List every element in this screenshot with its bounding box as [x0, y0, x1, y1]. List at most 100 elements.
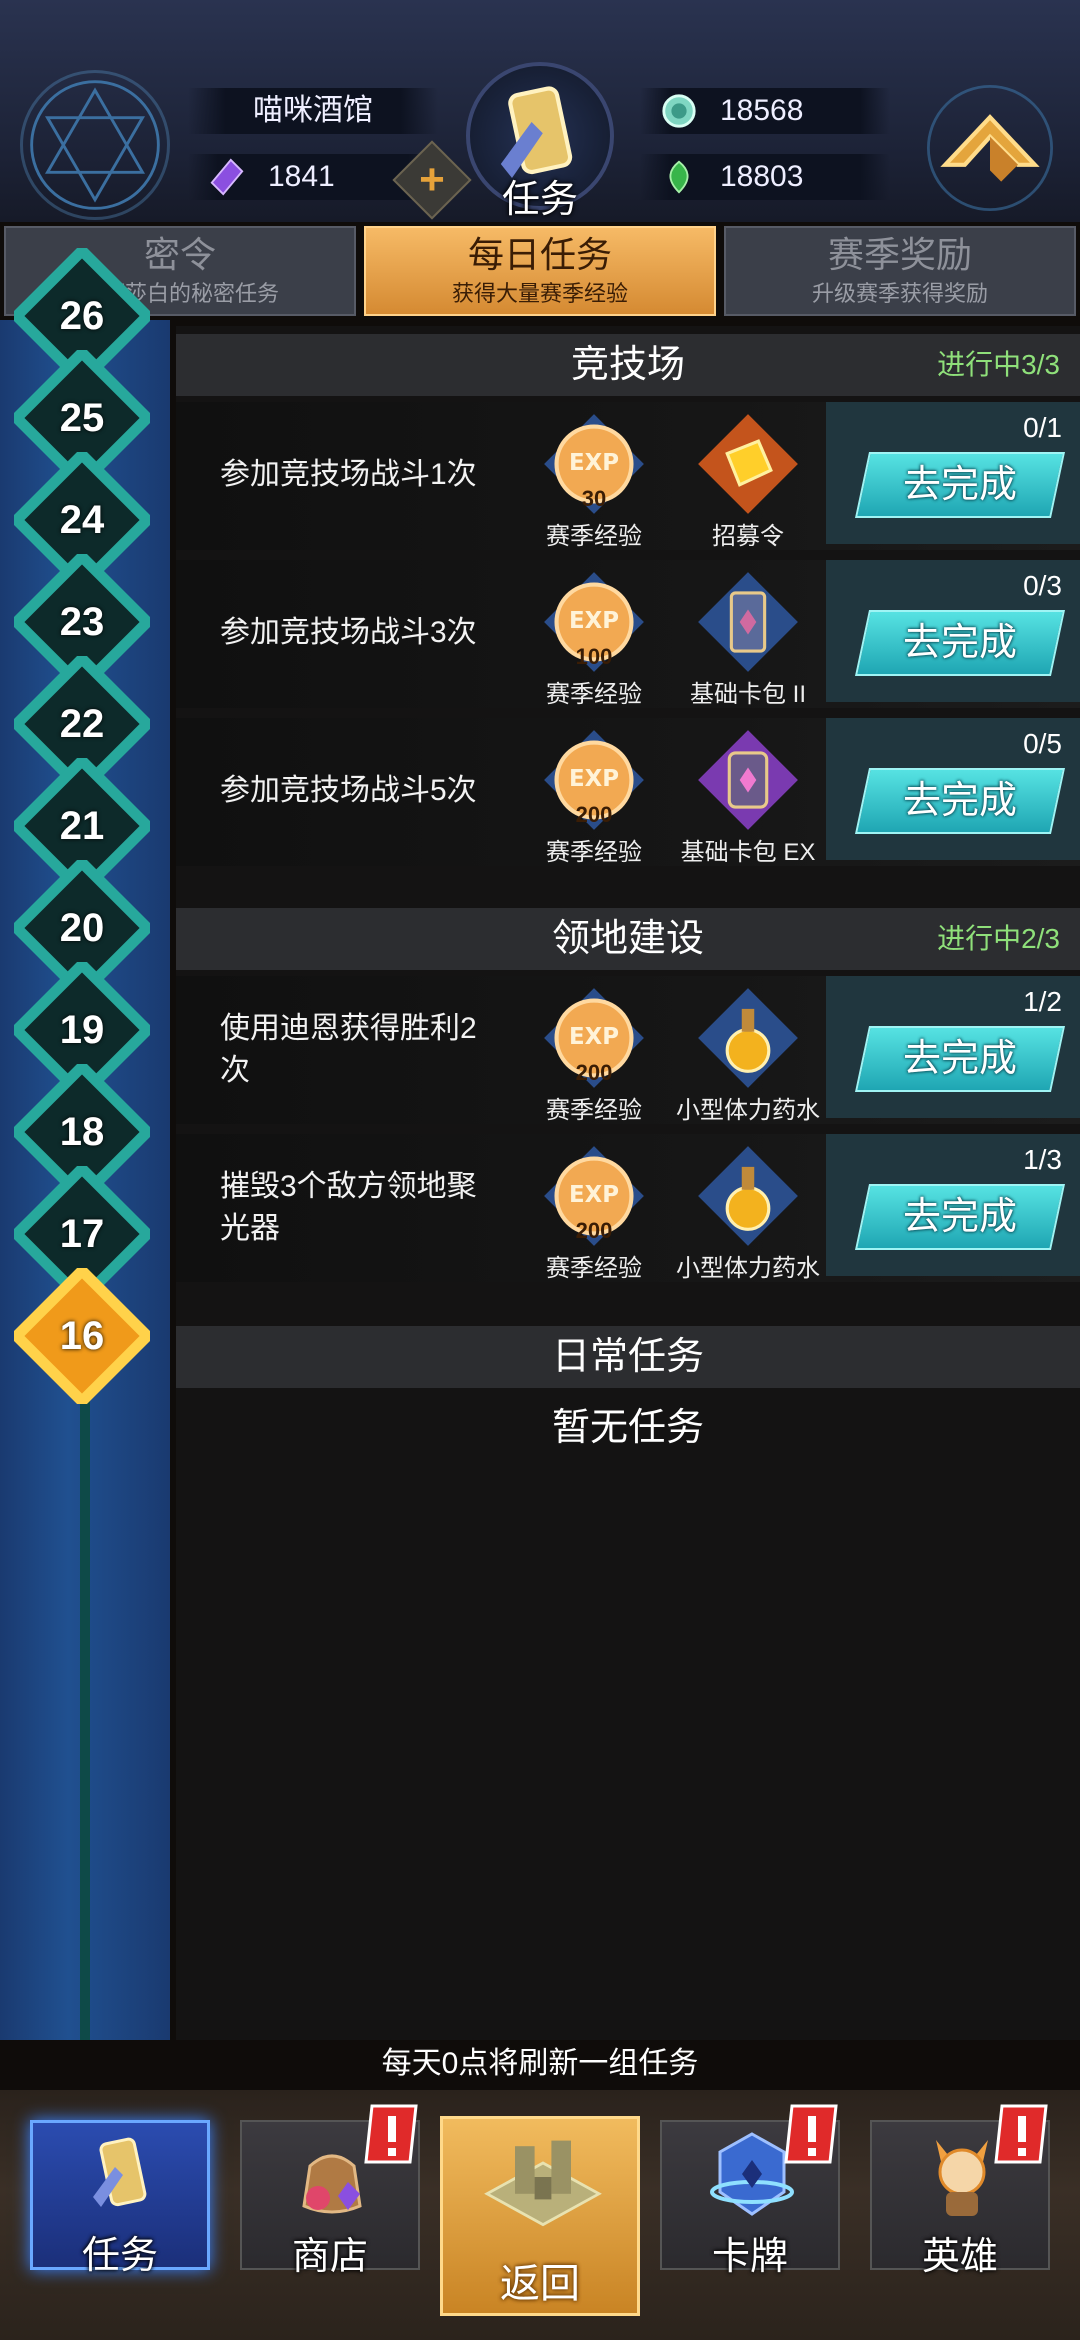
quest-count: 0/1 [1023, 412, 1062, 443]
silver-coin-icon [662, 94, 696, 128]
quest-list-panel[interactable]: 竞技场 进行中3/3 参加竞技场战斗1次 EXP 30 赛季经验 招募令 0/1… [176, 326, 1080, 2040]
quest-description: 参加竞技场战斗5次 [220, 774, 477, 807]
season-level-track[interactable]: 26 25 24 23 22 21 20 19 18 17 16 [0, 248, 170, 2040]
exp-amount: 30 [581, 486, 607, 511]
heroes-alert-icon [994, 2104, 1048, 2164]
reward-caption: 赛季经验 [546, 839, 642, 866]
level-node-current: 16 [14, 1268, 150, 1404]
shop-alert-icon [364, 2104, 418, 2164]
tavern-name: 喵咪酒馆 [188, 88, 438, 134]
home-arrow-icon[interactable] [920, 78, 1060, 218]
go-complete-button[interactable]: 去完成 [854, 610, 1066, 676]
coin-value: 18568 [720, 94, 804, 127]
quest-row: 参加竞技场战斗1次 EXP 30 赛季经验 招募令 0/1 去完成 [176, 402, 1080, 550]
exp-amount: 200 [575, 1060, 613, 1085]
svg-text:EXP: EXP [569, 608, 619, 634]
svg-text:EXP: EXP [569, 450, 619, 476]
reward-caption: 小型体力药水 [676, 1255, 820, 1282]
recruit-token-icon [698, 414, 798, 514]
quest-action-area: 1/3 去完成 [826, 1134, 1080, 1276]
reward-caption: 赛季经验 [546, 681, 642, 708]
crystal-value: 1841 [268, 160, 335, 193]
top-hud: 喵咪酒馆 1841 + 18568 18803 任务 [0, 0, 1080, 222]
exp-reward: EXP 30 赛季经验 [524, 408, 664, 550]
refresh-notice: 每天0点将刷新一组任务 [381, 2047, 699, 2080]
castle-map-icon [484, 2140, 602, 2227]
go-complete-button[interactable]: 去完成 [854, 768, 1066, 834]
add-crystal-button[interactable]: + [392, 140, 472, 220]
quest-description: 摧毁3个敌方领地聚光器 [220, 1170, 477, 1245]
exp-amount: 100 [575, 644, 613, 669]
exp-reward: EXP 100 赛季经验 [524, 566, 664, 708]
exp-reward: EXP 200 赛季经验 [524, 982, 664, 1124]
section-title: 日常任务 [551, 1336, 704, 1378]
section-header-territory: 领地建设 进行中2/3 [176, 908, 1080, 970]
reward-caption: 基础卡包 EX [680, 839, 816, 866]
plus-icon: + [419, 155, 445, 204]
svg-text:EXP: EXP [569, 1024, 619, 1050]
magic-circle-emblem [20, 70, 170, 220]
item-reward: 基础卡包 EX [678, 724, 818, 866]
card-pack-icon [698, 572, 798, 672]
section-progress: 进行中2/3 [937, 923, 1060, 954]
purple-crystal-icon [210, 158, 244, 196]
card-pack-ex-icon [698, 730, 798, 830]
quest-description: 使用迪恩获得胜利2次 [220, 1012, 477, 1087]
quest-count: 1/2 [1023, 986, 1062, 1017]
empty-quests-message: 暂无任务 [551, 1407, 704, 1449]
go-complete-button[interactable]: 去完成 [854, 1184, 1066, 1250]
go-complete-button[interactable]: 去完成 [854, 452, 1066, 518]
tab-title: 每日任务 [467, 234, 612, 275]
go-complete-button[interactable]: 去完成 [854, 1026, 1066, 1092]
quest-row: 参加竞技场战斗3次 EXP 100 赛季经验 基础卡包 II 0/3 去完成 [176, 560, 1080, 708]
section-header-daily: 日常任务 [176, 1326, 1080, 1388]
nav-label: 返回 [500, 2262, 580, 2306]
tab-subtitle: 升级赛季获得奖励 [811, 281, 988, 306]
quest-description: 参加竞技场战斗1次 [220, 458, 477, 491]
quest-action-area: 0/3 去完成 [826, 560, 1080, 702]
cards-alert-icon [784, 2104, 838, 2164]
item-reward: 小型体力药水 [676, 982, 820, 1124]
quest-count: 0/3 [1023, 570, 1062, 601]
tab-title: 赛季奖励 [827, 234, 972, 275]
reward-caption: 小型体力药水 [676, 1097, 820, 1124]
reward-caption: 基础卡包 II [689, 681, 806, 708]
exp-amount: 200 [575, 802, 613, 827]
quest-action-area: 0/1 去完成 [826, 402, 1080, 544]
tab-bar: 密令 伊丽莎白的秘密任务 每日任务 获得大量赛季经验 赛季奖励 升级赛季获得奖励 [0, 226, 1080, 320]
stamina-potion-icon [698, 988, 798, 1088]
reward-caption: 赛季经验 [546, 1097, 642, 1124]
quest-row: 摧毁3个敌方领地聚光器 EXP 200 赛季经验 小型体力药水 1/3 去完成 [176, 1134, 1080, 1282]
coin-resource: 18568 [640, 88, 890, 134]
gem-value: 18803 [720, 160, 804, 193]
tab-subtitle: 获得大量赛季经验 [451, 281, 628, 306]
section-progress: 进行中3/3 [937, 349, 1060, 380]
nav-label: 卡牌 [711, 2236, 788, 2278]
page-title: 任务 [501, 179, 578, 221]
stamina-potion-icon [698, 1146, 798, 1246]
reward-caption: 招募令 [712, 523, 784, 550]
reward-caption: 赛季经验 [546, 1255, 642, 1282]
item-reward: 招募令 [678, 408, 818, 550]
nav-back-button[interactable]: 返回 [440, 2116, 640, 2316]
gem-resource: 18803 [640, 154, 890, 200]
green-gem-icon [669, 160, 689, 194]
nav-label: 英雄 [921, 2236, 998, 2278]
quest-description: 参加竞技场战斗3次 [220, 616, 477, 649]
item-reward: 基础卡包 II [678, 566, 818, 708]
exp-reward: EXP 200 赛季经验 [524, 1140, 664, 1282]
tab-season-rewards[interactable]: 赛季奖励 升级赛季获得奖励 [724, 226, 1076, 316]
item-reward: 小型体力药水 [676, 1140, 820, 1282]
exp-amount: 200 [575, 1218, 613, 1243]
section-header-arena: 竞技场 进行中3/3 [176, 334, 1080, 396]
nav-quests-button[interactable]: 任务 [30, 2120, 210, 2277]
quest-row: 使用迪恩获得胜利2次 EXP 200 赛季经验 小型体力药水 1/2 去完成 [176, 976, 1080, 1124]
quest-scroll-icon [93, 2137, 147, 2207]
quest-action-area: 0/5 去完成 [826, 718, 1080, 860]
exp-reward: EXP 200 赛季经验 [524, 724, 664, 866]
svg-text:EXP: EXP [569, 766, 619, 792]
tab-daily-quests[interactable]: 每日任务 获得大量赛季经验 [364, 226, 716, 316]
svg-text:EXP: EXP [569, 1182, 619, 1208]
nav-label: 商店 [291, 2236, 368, 2278]
nav-label: 任务 [81, 2235, 158, 2277]
